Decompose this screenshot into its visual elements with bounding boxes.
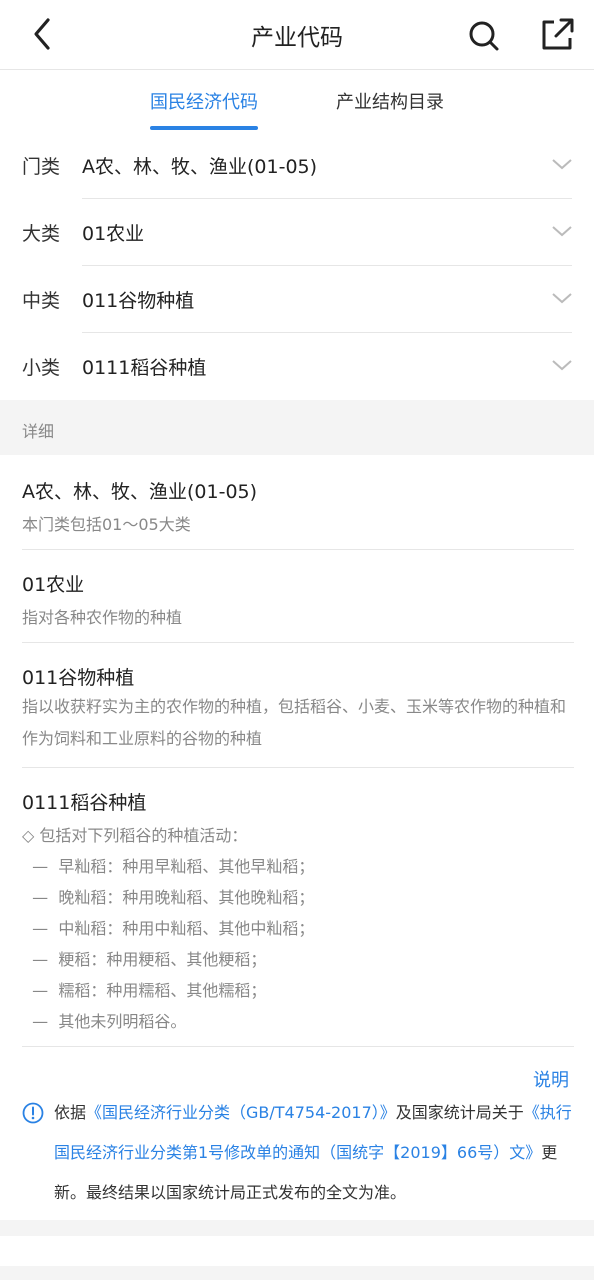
footer-strip bbox=[0, 1236, 594, 1266]
note-prefix: 依据 bbox=[54, 1103, 87, 1122]
detail-line: — 粳稻：种用粳稻、其他粳稻； bbox=[22, 950, 267, 969]
selector-division[interactable]: 大类 01农业 bbox=[0, 199, 594, 266]
page-title: 产业代码 bbox=[251, 25, 343, 51]
detail-line: — 中籼稻：种用中籼稻、其他中籼稻； bbox=[22, 919, 315, 938]
selector-value: 0111稻谷种植 bbox=[82, 357, 207, 379]
detail-title: 011谷物种植 bbox=[22, 667, 135, 689]
tab-national-economy-code[interactable]: 国民经济代码 bbox=[150, 88, 258, 114]
section-label-detail: 详细 bbox=[22, 422, 55, 441]
search-button[interactable] bbox=[464, 16, 504, 56]
share-icon bbox=[542, 18, 574, 50]
search-icon bbox=[469, 21, 499, 51]
selector-class[interactable]: 小类 0111稻谷种植 bbox=[0, 333, 594, 400]
chevron-down-icon bbox=[552, 159, 572, 170]
chevron-down-icon bbox=[552, 293, 572, 304]
explain-link[interactable]: 说明 bbox=[533, 1066, 569, 1092]
selector-label: 大类 bbox=[22, 223, 61, 245]
detail-desc: 本门类包括01～05大类 bbox=[22, 515, 191, 534]
detail-title: 0111稻谷种植 bbox=[22, 792, 147, 814]
selector-value: 01农业 bbox=[82, 223, 145, 245]
detail-line: — 早籼稻：种用早籼稻、其他早籼稻； bbox=[22, 857, 315, 876]
note-mid: 及国家统计局关于 bbox=[395, 1103, 524, 1122]
detail-line: — 晚籼稻：种用晚籼稻、其他晚籼稻； bbox=[22, 888, 315, 907]
top-bar: 产业代码 bbox=[0, 0, 594, 70]
tab-industry-structure-catalog[interactable]: 产业结构目录 bbox=[336, 88, 444, 114]
selector-value: A农、林、牧、渔业(01-05) bbox=[82, 156, 318, 178]
divider bbox=[22, 642, 574, 643]
selector-label: 中类 bbox=[22, 290, 61, 312]
active-tab-indicator bbox=[150, 126, 258, 130]
divider bbox=[22, 549, 574, 550]
selector-section[interactable]: 门类 A农、林、牧、渔业(01-05) bbox=[0, 132, 594, 199]
standard-link[interactable]: 《国民经济行业分类（GB/T4754-2017）》 bbox=[86, 1103, 396, 1122]
selector-value: 011谷物种植 bbox=[82, 290, 195, 312]
info-icon bbox=[22, 1102, 44, 1124]
divider bbox=[22, 767, 574, 768]
detail-title: 01农业 bbox=[22, 574, 85, 596]
share-button[interactable] bbox=[538, 14, 578, 54]
detail-desc: 指对各种农作物的种植 bbox=[22, 608, 183, 627]
chevron-down-icon bbox=[552, 226, 572, 237]
detail-line: ◇ 包括对下列稻谷的种植活动： bbox=[22, 826, 248, 845]
detail-line: — 其他未列明稻谷。 bbox=[22, 1012, 187, 1031]
detail-line: — 糯稻：种用糯稻、其他糯稻； bbox=[22, 981, 267, 1000]
detail-title: A农、林、牧、渔业(01-05) bbox=[22, 481, 258, 503]
tab-bar: 国民经济代码 产业结构目录 bbox=[0, 70, 594, 132]
detail-panel: A农、林、牧、渔业(01-05) 本门类包括01～05大类 01农业 指对各种农… bbox=[0, 455, 594, 1220]
selector-label: 小类 bbox=[22, 357, 61, 379]
selector-group[interactable]: 中类 011谷物种植 bbox=[0, 266, 594, 333]
chevron-down-icon bbox=[552, 360, 572, 371]
category-selectors: 门类 A农、林、牧、渔业(01-05) 大类 01农业 中类 011谷物种植 小… bbox=[0, 132, 594, 400]
detail-desc: 指以收获籽实为主的农作物的种植，包括稻谷、小麦、玉米等农作物的种植和作为饲料和工… bbox=[22, 697, 567, 748]
divider bbox=[22, 1046, 574, 1047]
update-note: 依据《国民经济行业分类（GB/T4754-2017）》及国家统计局关于《执行国民… bbox=[54, 1093, 586, 1213]
selector-label: 门类 bbox=[22, 156, 61, 178]
